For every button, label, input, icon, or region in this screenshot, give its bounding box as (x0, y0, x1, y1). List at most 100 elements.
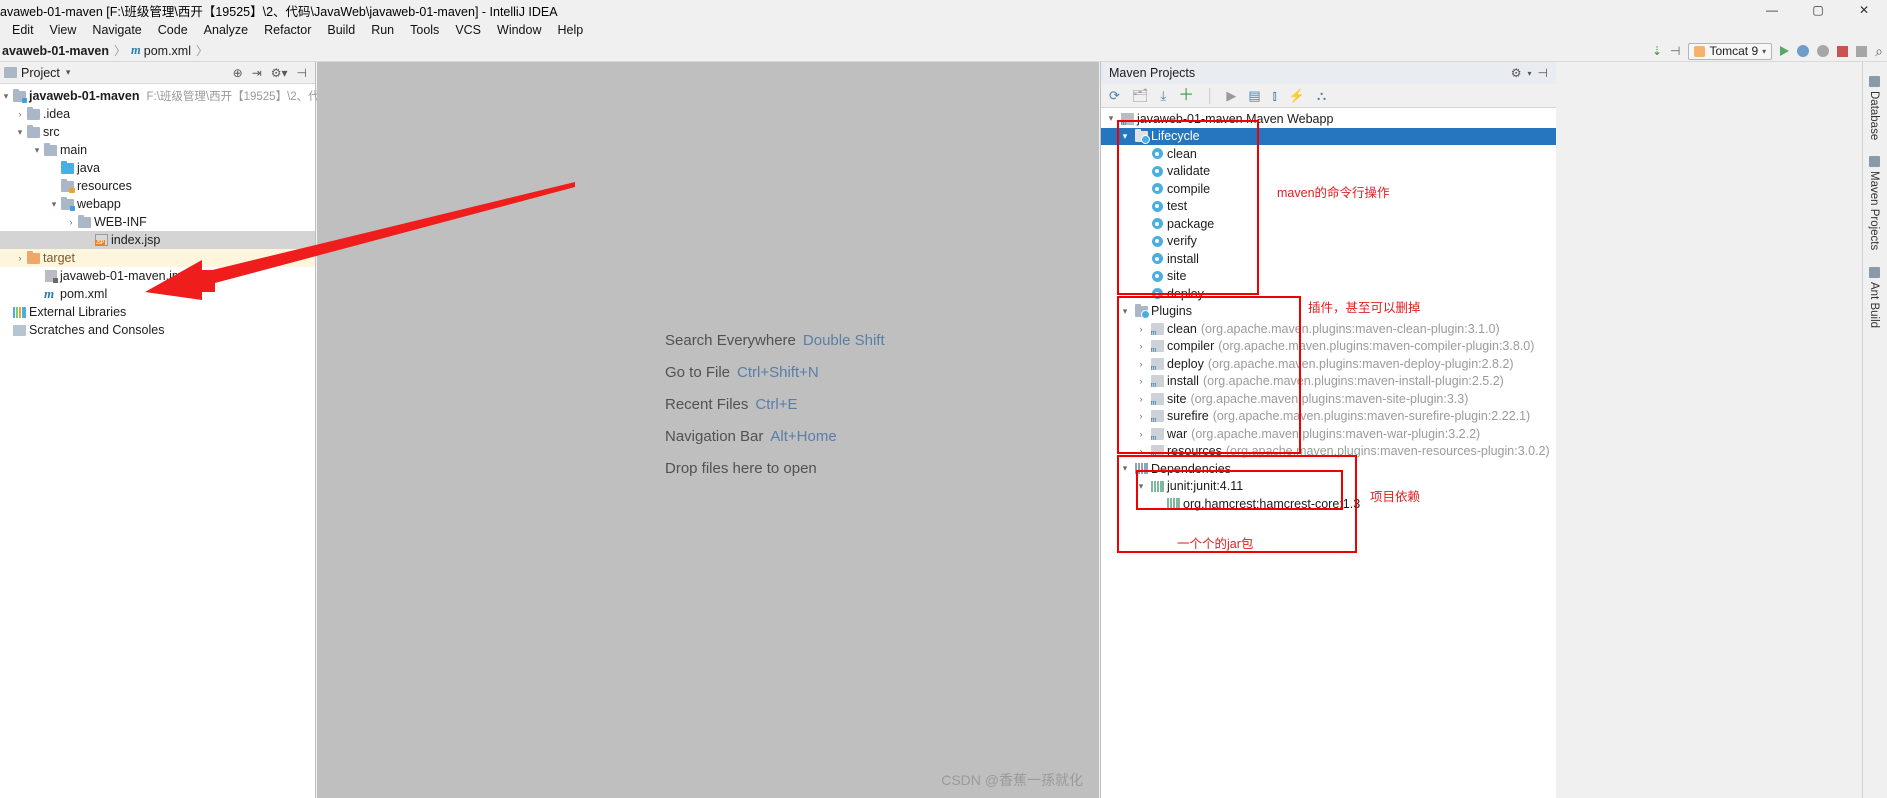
maven-goal-install[interactable]: install (1101, 250, 1556, 268)
menu-tools[interactable]: Tools (402, 23, 447, 37)
show-dependencies-icon[interactable]: ⛬ (1317, 89, 1326, 102)
expand-arrow-icon[interactable]: ▾ (14, 127, 26, 138)
editor-area[interactable]: Search Everywhere Double Shift Go to Fil… (317, 62, 1099, 798)
expand-arrow-icon[interactable]: ▾ (0, 91, 12, 102)
settings-icon[interactable]: ⚙ (1511, 66, 1522, 80)
maven-goal-package[interactable]: package (1101, 215, 1556, 233)
tool-tab-maven-projects[interactable]: Maven Projects (1868, 148, 1880, 258)
maven-goal-validate[interactable]: validate (1101, 163, 1556, 181)
maximize-button[interactable]: ▢ (1795, 0, 1841, 20)
tree-row-main[interactable]: ▾ main (0, 141, 315, 159)
run-icon[interactable] (1780, 46, 1790, 56)
maven-goal-verify[interactable]: verify (1101, 233, 1556, 251)
maven-plugin-resources[interactable]: › resources (org.apache.maven.plugins:ma… (1101, 443, 1556, 461)
maven-plugin-clean[interactable]: › clean (org.apache.maven.plugins:maven-… (1101, 320, 1556, 338)
maven-goal-site[interactable]: site (1101, 268, 1556, 286)
tree-row-webapp[interactable]: ▾ webapp (0, 195, 315, 213)
tree-row-project-root[interactable]: ▾ javaweb-01-maven F:\班级管理\西开【19525】\2、代… (0, 87, 359, 105)
maven-plugin-war[interactable]: › war (org.apache.maven.plugins:maven-wa… (1101, 425, 1556, 443)
stop-icon[interactable] (1837, 45, 1849, 57)
tree-row-index-jsp[interactable]: index.jsp (0, 231, 315, 249)
maven-row-root[interactable]: ▾ javaweb-01-maven Maven Webapp (1101, 110, 1556, 128)
expand-arrow-icon[interactable]: ▾ (31, 145, 43, 156)
tree-row-web-inf[interactable]: › WEB-INF (0, 213, 315, 231)
chevron-down-icon[interactable]: ▾ (66, 67, 71, 78)
tree-row-iml[interactable]: javaweb-01-maven.iml (0, 267, 315, 285)
maven-row-dependencies[interactable]: ▾ Dependencies (1101, 460, 1556, 478)
menu-code[interactable]: Code (150, 23, 196, 37)
add-maven-project-icon[interactable]: ＋ (1178, 87, 1194, 104)
run-icon[interactable]: ▶ (1226, 89, 1236, 102)
maven-toolbar: ⟳ 🗂 ⤓ ＋ │ ▶ ▤ ⫾ ⚡ ⛬ (1101, 84, 1556, 108)
menu-run[interactable]: Run (363, 23, 402, 37)
run-configuration-selector[interactable]: Tomcat 9 ▾ (1688, 42, 1773, 60)
close-button[interactable]: ✕ (1841, 0, 1887, 20)
maven-plugin-install[interactable]: › install (org.apache.maven.plugins:mave… (1101, 373, 1556, 391)
tool-tab-ant-build[interactable]: Ant Build (1868, 259, 1880, 336)
generate-sources-icon[interactable]: 🗂 (1132, 89, 1149, 102)
download-icon[interactable]: ⇣ (1652, 45, 1662, 57)
tree-row-src[interactable]: ▾ src (0, 123, 315, 141)
search-icon[interactable]: ⌕ (1875, 44, 1883, 58)
expand-arrow-icon[interactable]: › (1133, 324, 1149, 334)
menu-vcs[interactable]: VCS (447, 23, 489, 37)
breadcrumb-file[interactable]: m pom.xml (131, 43, 191, 58)
debug-icon[interactable] (1797, 45, 1810, 57)
expand-arrow-icon[interactable]: › (1133, 411, 1149, 421)
maven-dependency-hamcrest[interactable]: org.hamcrest:hamcrest-core:1.3 (1101, 495, 1556, 513)
collapse-all-icon[interactable]: ⇥ (252, 67, 262, 79)
reimport-icon[interactable]: ⟳ (1109, 89, 1120, 102)
expand-arrow-icon[interactable]: ▾ (1103, 113, 1119, 124)
expand-arrow-icon[interactable]: ▾ (1117, 463, 1133, 474)
expand-arrow-icon[interactable]: › (1133, 429, 1149, 439)
goal-icon (1149, 165, 1165, 177)
expand-arrow-icon[interactable]: ▾ (1117, 306, 1133, 317)
download-sources-icon[interactable]: ⤓ (1160, 89, 1166, 102)
expand-arrow-icon[interactable]: › (1133, 341, 1149, 351)
menu-edit[interactable]: Edit (4, 23, 42, 37)
expand-arrow-icon[interactable]: › (14, 253, 26, 263)
maven-plugin-deploy[interactable]: › deploy (org.apache.maven.plugins:maven… (1101, 355, 1556, 373)
toggle-offline-icon[interactable]: ⫾ (1273, 89, 1277, 102)
breadcrumb-project[interactable]: avaweb-01-maven (2, 44, 109, 58)
target-icon[interactable]: ⊕ (233, 67, 243, 79)
expand-arrow-icon[interactable]: › (1133, 376, 1149, 386)
settings-icon[interactable]: ⚙▾ (271, 67, 288, 79)
tree-row-external-libraries[interactable]: External Libraries (0, 303, 315, 321)
skip-tests-icon[interactable]: ⚡ (1289, 89, 1305, 102)
maven-dependency-junit[interactable]: ▾ junit:junit:4.11 (1101, 478, 1556, 496)
menu-navigate[interactable]: Navigate (84, 23, 149, 37)
minimize-button[interactable]: — (1749, 0, 1795, 20)
tree-row-scratches[interactable]: Scratches and Consoles (0, 321, 315, 339)
hide-icon[interactable]: ⊣ (1538, 66, 1548, 80)
expand-arrow-icon[interactable]: › (1133, 446, 1149, 456)
menu-analyze[interactable]: Analyze (196, 23, 256, 37)
expand-arrow-icon[interactable]: › (65, 217, 77, 227)
tree-row-resources[interactable]: resources (0, 177, 315, 195)
expand-arrow-icon[interactable]: › (1133, 359, 1149, 369)
expand-arrow-icon[interactable]: › (1133, 394, 1149, 404)
menu-window[interactable]: Window (489, 23, 549, 37)
tree-row-pom-xml[interactable]: m pom.xml (0, 285, 315, 303)
tree-row-target[interactable]: › target (0, 249, 315, 267)
menu-refactor[interactable]: Refactor (256, 23, 319, 37)
tree-row-java[interactable]: java (0, 159, 315, 177)
menu-view[interactable]: View (42, 23, 85, 37)
maven-row-lifecycle[interactable]: ▾ Lifecycle (1101, 127, 1556, 145)
chevron-down-icon[interactable]: ▾ (1528, 69, 1532, 78)
hide-icon[interactable]: ⊣ (297, 67, 307, 79)
execute-goal-icon[interactable]: ▤ (1248, 89, 1260, 102)
maven-plugin-compiler[interactable]: › compiler (org.apache.maven.plugins:mav… (1101, 338, 1556, 356)
menu-build[interactable]: Build (319, 23, 363, 37)
tool-tab-database[interactable]: Database (1868, 68, 1880, 148)
more-icon[interactable]: ⊣ (1670, 45, 1680, 57)
expand-arrow-icon[interactable]: › (14, 109, 26, 119)
maven-plugin-site[interactable]: › site (org.apache.maven.plugins:maven-s… (1101, 390, 1556, 408)
maven-plugin-surefire[interactable]: › surefire (org.apache.maven.plugins:mav… (1101, 408, 1556, 426)
tree-row-idea[interactable]: › .idea (0, 105, 315, 123)
expand-arrow-icon[interactable]: ▾ (1133, 481, 1149, 492)
maven-goal-clean[interactable]: clean (1101, 145, 1556, 163)
expand-arrow-icon[interactable]: ▾ (48, 199, 60, 210)
menu-help[interactable]: Help (549, 23, 591, 37)
expand-arrow-icon[interactable]: ▾ (1117, 131, 1133, 142)
